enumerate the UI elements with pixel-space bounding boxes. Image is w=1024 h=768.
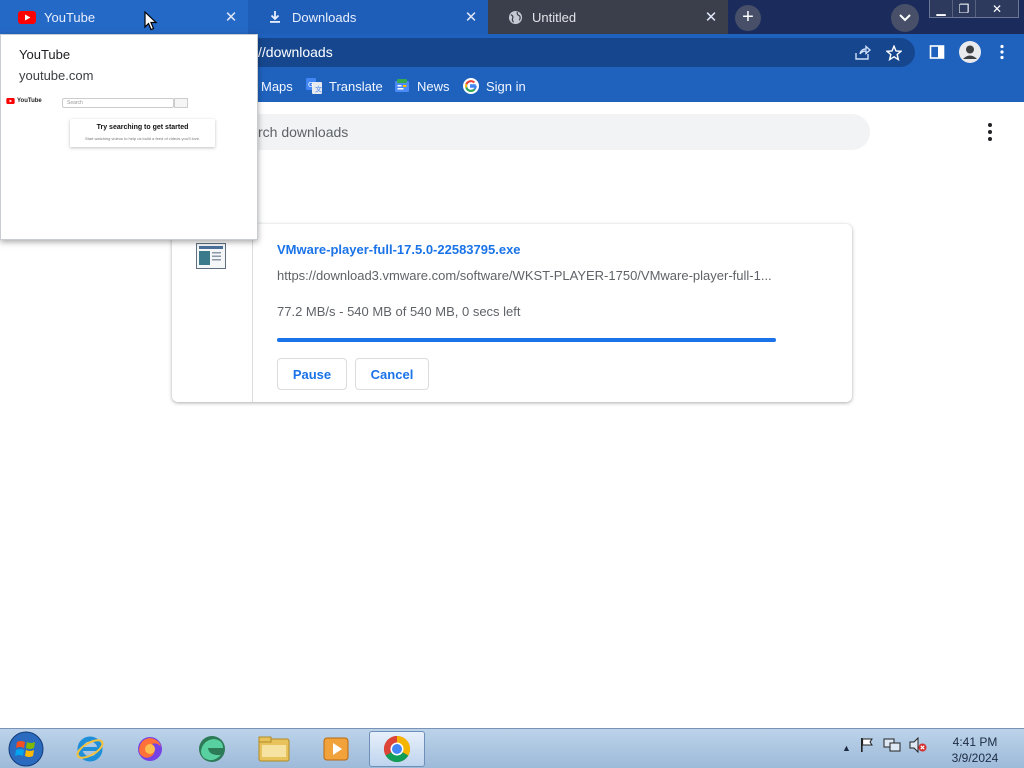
network-icon[interactable] bbox=[883, 737, 901, 758]
more-actions-icon[interactable] bbox=[980, 120, 1000, 144]
bookmark-translate[interactable]: G文 Translate bbox=[306, 70, 383, 102]
show-hidden-icons-icon[interactable]: ▲ bbox=[842, 743, 851, 753]
translate-icon: G文 bbox=[306, 78, 322, 94]
action-center-flag-icon[interactable] bbox=[859, 737, 875, 758]
restore-button[interactable]: ❐ bbox=[953, 0, 976, 17]
internet-explorer-icon[interactable] bbox=[62, 731, 118, 767]
thumbnail-subtext: Start watching videos to help us build a… bbox=[84, 136, 201, 141]
bookmark-sign-in[interactable]: Sign in bbox=[463, 70, 526, 102]
svg-text:G: G bbox=[308, 81, 313, 89]
address-url: //downloads bbox=[258, 44, 333, 60]
bookmark-star-icon[interactable] bbox=[885, 44, 903, 62]
hover-card-domain: youtube.com bbox=[19, 68, 94, 83]
tab-untitled[interactable]: Untitled ✕ bbox=[488, 0, 728, 34]
svg-text:文: 文 bbox=[315, 85, 322, 94]
tab-youtube[interactable]: YouTube ✕ bbox=[0, 0, 248, 34]
file-icon bbox=[196, 243, 226, 269]
tab-hover-card: YouTube youtube.com YouTube Search Try s… bbox=[0, 34, 258, 240]
close-icon[interactable]: ✕ bbox=[700, 6, 722, 28]
tab-downloads[interactable]: Downloads ✕ bbox=[248, 0, 488, 34]
profile-avatar-icon[interactable] bbox=[958, 40, 982, 64]
edge-beta-icon[interactable] bbox=[184, 731, 240, 767]
start-button[interactable] bbox=[6, 730, 46, 768]
youtube-icon bbox=[6, 98, 15, 104]
thumbnail-search-button bbox=[174, 98, 188, 108]
card-divider bbox=[252, 224, 253, 402]
volume-muted-icon[interactable] bbox=[909, 736, 927, 758]
taskbar: ▲ 4:41 PM 3/9/2024 bbox=[0, 728, 1024, 768]
download-progress-bar bbox=[277, 338, 776, 342]
bookmark-maps[interactable]: Maps bbox=[261, 70, 293, 102]
close-icon[interactable]: ✕ bbox=[220, 6, 242, 28]
thumbnail-heading: Try searching to get started bbox=[96, 124, 189, 131]
clock-time: 4:41 PM bbox=[952, 735, 998, 749]
window-controls: ▁ ❐ ✕ bbox=[929, 0, 1019, 18]
search-placeholder: rch downloads bbox=[258, 124, 349, 140]
bookmark-news[interactable]: News bbox=[394, 70, 450, 102]
bookmark-label: Sign in bbox=[486, 78, 526, 94]
news-icon bbox=[394, 78, 410, 94]
cancel-button[interactable]: Cancel bbox=[355, 358, 429, 390]
close-icon[interactable]: ✕ bbox=[460, 6, 482, 28]
file-explorer-icon[interactable] bbox=[246, 731, 302, 767]
globe-icon bbox=[506, 8, 524, 26]
hover-card-title: YouTube bbox=[19, 47, 71, 62]
tab-search-button[interactable] bbox=[891, 4, 919, 32]
search-downloads-input[interactable]: rch downloads bbox=[160, 114, 870, 150]
hover-card-thumbnail: YouTube Search Try searching to get star… bbox=[2, 93, 256, 239]
close-window-button[interactable]: ✕ bbox=[976, 0, 1018, 17]
download-file-name-link[interactable]: VMware-player-full-17.5.0-22583795.exe bbox=[277, 242, 521, 257]
address-bar[interactable]: //downloads bbox=[200, 38, 915, 67]
side-panel-icon[interactable] bbox=[928, 43, 946, 61]
media-player-icon[interactable] bbox=[308, 731, 364, 767]
download-progress-fill bbox=[277, 338, 776, 342]
bookmark-label: News bbox=[417, 78, 450, 94]
share-icon[interactable] bbox=[853, 44, 871, 62]
download-source-url[interactable]: https://download3.vmware.com/software/WK… bbox=[277, 268, 777, 283]
thumbnail-youtube-logo: YouTube bbox=[6, 98, 42, 104]
thumbnail-prompt-box: Try searching to get started Start watch… bbox=[70, 119, 215, 147]
system-clock[interactable]: 4:41 PM 3/9/2024 bbox=[935, 734, 1015, 766]
chrome-menu-icon[interactable] bbox=[994, 43, 1010, 61]
firefox-icon[interactable] bbox=[122, 731, 178, 767]
clock-date: 3/9/2024 bbox=[951, 751, 999, 765]
minimize-button[interactable]: ▁ bbox=[930, 0, 953, 17]
mouse-cursor-icon bbox=[144, 11, 158, 31]
pause-button[interactable]: Pause bbox=[277, 358, 347, 390]
bookmark-label: Maps bbox=[261, 78, 293, 94]
thumbnail-search-box: Search bbox=[62, 98, 174, 108]
youtube-icon bbox=[18, 8, 36, 26]
tab-title: Downloads bbox=[292, 9, 357, 25]
bookmark-label: Translate bbox=[329, 78, 383, 94]
system-tray: ▲ bbox=[842, 736, 927, 758]
download-item-card: VMware-player-full-17.5.0-22583795.exe h… bbox=[172, 224, 852, 402]
download-icon bbox=[266, 8, 284, 26]
google-icon bbox=[463, 78, 479, 94]
windows-start-icon bbox=[8, 731, 44, 767]
download-status: 77.2 MB/s - 540 MB of 540 MB, 0 secs lef… bbox=[277, 304, 521, 319]
tab-title: YouTube bbox=[44, 9, 96, 25]
tab-title: Untitled bbox=[532, 9, 577, 25]
chrome-icon[interactable] bbox=[369, 731, 425, 767]
chevron-down-icon bbox=[899, 14, 911, 22]
new-tab-button[interactable]: + bbox=[735, 5, 761, 31]
